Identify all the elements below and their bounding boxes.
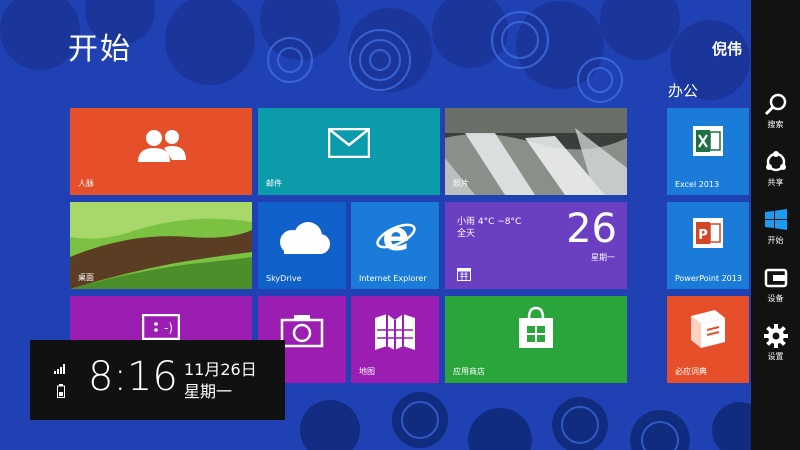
signal-icon [54,364,65,374]
tile-label: Excel 2013 [675,180,720,189]
tile-label: 人脉 [78,179,94,188]
charm-share[interactable]: 共享 [751,150,800,206]
tile-excel[interactable]: Excel 2013 [667,108,749,195]
tile-dictionary[interactable]: 必应词典 [667,296,749,383]
tile-weather[interactable]: 小雨 4°C ~8°C 全天 26 星期一 [445,202,627,289]
tile-people[interactable]: 人脉 [70,108,252,195]
start-screen: 开始 倪伟 办公 人脉 邮件 照片 Excel 2013 桌面 SkyDrive… [0,0,800,450]
charm-start[interactable]: 开始 [751,208,800,264]
gear-icon [763,324,788,348]
mail-icon [328,128,370,158]
waterfall-photo [445,108,627,195]
charms-bar: 搜索 共享 开始 设备 设置 [751,0,800,450]
camera-icon [280,315,324,348]
charm-label: 搜索 [767,120,784,129]
clock-overlay: 8:16 11月26日 星期一 [30,340,285,420]
svg-text:-): -) [164,321,173,335]
people-icon [138,130,186,162]
charm-search[interactable]: 搜索 [751,92,800,148]
clock-time: 8:16 [88,354,178,400]
internet-explorer-icon: e [376,216,416,256]
tile-label: 应用商店 [453,367,485,376]
tile-maps[interactable]: 地图 [351,296,439,383]
excel-icon [693,126,723,156]
windows-logo-icon [764,209,787,230]
weather-period: 全天 [457,229,476,239]
user-account[interactable]: 倪伟 [712,38,742,59]
tile-ie[interactable]: e Internet Explorer [351,202,439,289]
charm-label: 设置 [767,352,784,361]
tile-label: 地图 [359,367,375,376]
devices-icon [764,268,787,288]
tile-label: 必应词典 [675,367,707,376]
weather-forecast: 小雨 4°C ~8°C [457,217,522,227]
charm-settings[interactable]: 设置 [751,324,800,380]
clock-weekday: 星期一 [184,382,233,401]
search-icon [764,93,786,116]
group-label-office: 办公 [668,82,699,100]
tile-label: Internet Explorer [359,274,427,283]
tile-skydrive[interactable]: SkyDrive [258,202,346,289]
calendar-icon [457,268,471,281]
battery-icon [57,384,65,398]
weather-info: 小雨 4°C ~8°C 全天 [457,216,521,240]
cloud-icon [280,222,330,254]
clock-date: 11月26日 [184,360,257,379]
tile-photos[interactable]: 照片 [445,108,627,195]
share-icon [765,151,786,172]
tile-powerpoint[interactable]: P PowerPoint 2013 [667,202,749,289]
tile-store[interactable]: 应用商店 [445,296,627,383]
svg-text:e: e [382,216,409,256]
tile-desktop[interactable]: 桌面 [70,202,252,289]
tile-label: PowerPoint 2013 [675,274,742,283]
tile-label: 照片 [453,179,469,188]
page-title: 开始 [68,32,132,67]
charm-label: 设备 [767,294,784,303]
desktop-wallpaper [70,202,252,289]
calendar-weekday: 星期一 [591,253,615,262]
charm-label: 开始 [767,236,784,245]
tile-label: SkyDrive [266,274,302,283]
charm-devices[interactable]: 设备 [751,266,800,322]
powerpoint-icon: P [693,218,723,248]
svg-text:P: P [698,228,708,243]
charm-label: 共享 [767,178,784,187]
dictionary-icon [691,310,725,348]
store-bag-icon [519,306,553,348]
calendar-day-number: 26 [566,206,617,252]
tile-label: 邮件 [266,179,282,188]
tile-label: 桌面 [78,273,94,282]
tile-mail[interactable]: 邮件 [258,108,440,195]
map-icon [375,314,415,350]
